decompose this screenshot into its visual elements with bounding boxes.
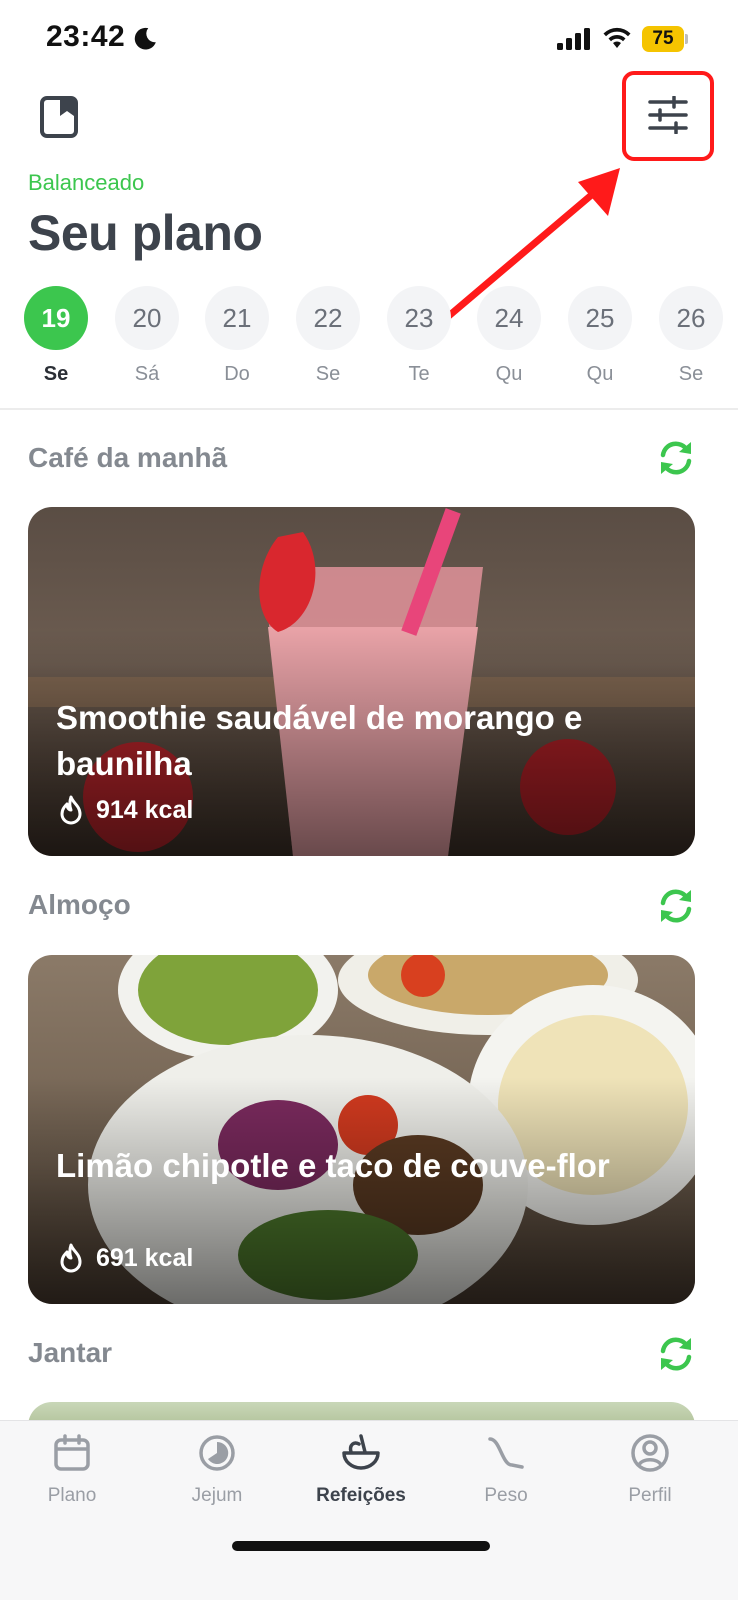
cellular-signal-icon bbox=[557, 28, 590, 50]
moon-icon bbox=[134, 27, 156, 50]
day-selector: 19 Se 20 Sá 21 Do 22 Se 23 Te 24 Qu 25 Q… bbox=[0, 286, 738, 396]
day-label: Sá bbox=[134, 363, 160, 385]
wifi-icon bbox=[603, 27, 631, 48]
battery-level: 75 bbox=[642, 26, 684, 52]
day-number: 24 bbox=[477, 286, 541, 350]
bowl-icon bbox=[342, 1434, 380, 1470]
fasting-clock-icon bbox=[199, 1435, 235, 1471]
day-label: Qu bbox=[495, 363, 523, 385]
flame-icon bbox=[60, 795, 82, 825]
bottom-tab-bar: Plano Jejum Refeições Peso Perfil bbox=[0, 1420, 738, 1600]
divider bbox=[0, 408, 738, 410]
profile-icon bbox=[631, 1434, 669, 1472]
tab-label: Plano bbox=[47, 1485, 97, 1506]
section-title-dinner: Jantar bbox=[28, 1337, 113, 1368]
page-title: Seu plano bbox=[28, 205, 263, 261]
tab-jejum[interactable]: Jejum bbox=[157, 1433, 277, 1523]
day-label: Se bbox=[678, 363, 704, 385]
day-label: Se bbox=[43, 363, 69, 385]
tab-label: Peso bbox=[484, 1485, 528, 1506]
plan-type-label: Balanceado bbox=[28, 170, 145, 195]
day-item[interactable]: 19 Se bbox=[24, 286, 88, 396]
meal-card-lunch[interactable]: Limão chipotle e taco de couve-flor 691 … bbox=[28, 955, 695, 1304]
day-label: Te bbox=[408, 363, 430, 385]
battery-indicator: 75 bbox=[642, 26, 688, 52]
status-time: 23:42 bbox=[46, 20, 126, 53]
book-icon[interactable] bbox=[40, 96, 80, 138]
weight-curve-icon bbox=[488, 1437, 524, 1469]
meal-card-breakfast[interactable]: Smoothie saudável de morango e baunilha … bbox=[28, 507, 695, 856]
calendar-icon bbox=[54, 1434, 90, 1471]
day-item[interactable]: 26 Se bbox=[659, 286, 723, 396]
day-label: Se bbox=[315, 363, 341, 385]
day-number: 19 bbox=[24, 286, 88, 350]
day-number: 20 bbox=[115, 286, 179, 350]
meal-name: Smoothie saudável de morango e baunilha bbox=[56, 699, 583, 782]
tab-label: Jejum bbox=[191, 1485, 243, 1506]
tab-plano[interactable]: Plano bbox=[12, 1433, 132, 1523]
refresh-icon[interactable] bbox=[656, 438, 696, 478]
tab-label: Refeições bbox=[316, 1485, 406, 1506]
day-label: Do bbox=[224, 363, 250, 385]
meal-name: Limão chipotle e taco de couve-flor bbox=[56, 1147, 610, 1184]
home-indicator bbox=[232, 1541, 490, 1551]
section-title-lunch: Almoço bbox=[28, 889, 131, 920]
tab-peso[interactable]: Peso bbox=[446, 1433, 566, 1523]
calories-row: 691 kcal bbox=[58, 1241, 193, 1275]
tab-perfil[interactable]: Perfil bbox=[590, 1433, 710, 1523]
day-item[interactable]: 22 Se bbox=[296, 286, 360, 396]
day-item[interactable]: 21 Do bbox=[205, 286, 269, 396]
day-number: 22 bbox=[296, 286, 360, 350]
day-item[interactable]: 23 Te bbox=[387, 286, 451, 396]
tab-refeicoes[interactable]: Refeições bbox=[301, 1433, 421, 1523]
day-number: 21 bbox=[205, 286, 269, 350]
tab-label: Perfil bbox=[628, 1485, 672, 1506]
filter-sliders-icon[interactable] bbox=[648, 96, 688, 134]
status-bar: 23:42 75 bbox=[0, 0, 738, 80]
refresh-icon[interactable] bbox=[656, 886, 696, 926]
flame-icon bbox=[60, 1243, 82, 1273]
day-item[interactable]: 25 Qu bbox=[568, 286, 632, 396]
day-number: 25 bbox=[568, 286, 632, 350]
day-item[interactable]: 24 Qu bbox=[477, 286, 541, 396]
section-title-breakfast: Café da manhã bbox=[28, 442, 228, 473]
day-number: 26 bbox=[659, 286, 723, 350]
day-item[interactable]: 20 Sá bbox=[115, 286, 179, 396]
calories-row: 914 kcal bbox=[58, 793, 193, 827]
refresh-icon[interactable] bbox=[656, 1334, 696, 1374]
day-number: 23 bbox=[387, 286, 451, 350]
calories-value: 691 kcal bbox=[96, 1243, 194, 1272]
calories-value: 914 kcal bbox=[96, 795, 194, 824]
day-label: Qu bbox=[586, 363, 614, 385]
